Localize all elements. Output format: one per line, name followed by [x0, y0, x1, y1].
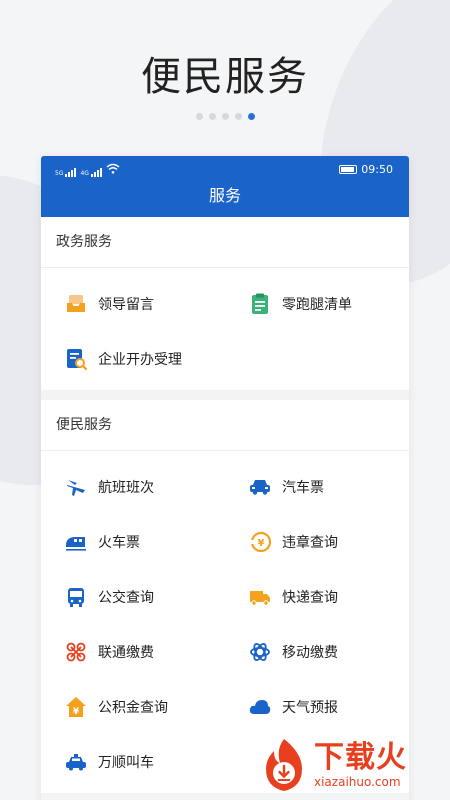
svg-text:¥: ¥	[73, 707, 80, 717]
service-item-business-registration[interactable]: 企业开办受理	[41, 331, 225, 386]
mobile-icon	[249, 641, 271, 663]
truck-icon	[249, 586, 271, 608]
violation-icon: ¥	[249, 531, 271, 553]
service-item-bus-ticket[interactable]: 汽车票	[225, 459, 409, 514]
plane-icon	[65, 476, 87, 498]
status-right: 09:50	[339, 163, 393, 176]
service-item-flights[interactable]: 航班班次	[41, 459, 225, 514]
signal-4g-icon: 4G	[80, 167, 102, 177]
carousel-dot[interactable]	[221, 113, 229, 120]
checklist-icon	[249, 293, 271, 315]
car-icon	[249, 476, 271, 498]
signal-5g-icon: 5G	[55, 167, 77, 177]
carousel-dot[interactable]	[208, 113, 216, 120]
carousel-dot[interactable]	[234, 113, 242, 120]
carousel-dot-active[interactable]	[247, 113, 255, 120]
cloud-icon	[249, 696, 271, 718]
status-time: 09:50	[361, 163, 393, 176]
watermark-title: 下载火	[314, 740, 407, 775]
taxi-icon	[65, 751, 87, 773]
service-item-zero-errand[interactable]: 零跑腿清单	[225, 276, 409, 331]
watermark: 下载火 xiazaihuo.com	[258, 734, 444, 796]
service-item-leader-message[interactable]: 领导留言	[41, 276, 225, 331]
section-title: 政务服务	[41, 217, 409, 268]
service-item-taxi[interactable]: 万顺叫车	[41, 734, 225, 789]
fund-icon: ¥	[65, 696, 87, 718]
phone-screen: 5G 4G 09:50 服务 政务服务 领导留言 零跑腿清单 企业开办受理 便民…	[41, 156, 409, 800]
signal-indicators: 5G 4G	[55, 163, 120, 177]
battery-icon	[339, 165, 358, 174]
flame-logo-icon	[266, 739, 302, 791]
service-item-housing-fund[interactable]: ¥ 公积金查询	[41, 679, 225, 734]
service-item-traffic-violation[interactable]: ¥ 违章查询	[225, 514, 409, 569]
service-item-express[interactable]: 快递查询	[225, 569, 409, 624]
hero-title: 便民服务	[141, 54, 309, 100]
unicom-icon	[65, 641, 87, 663]
bus-icon	[65, 586, 87, 608]
document-search-icon	[65, 348, 87, 370]
app-title: 服务	[208, 186, 241, 205]
service-item-weather[interactable]: 天气预报	[225, 679, 409, 734]
section-title: 便民服务	[41, 400, 409, 451]
app-bar: 5G 4G 09:50 服务	[41, 156, 409, 217]
status-bar: 5G 4G 09:50	[41, 156, 409, 183]
gov-services-section: 政务服务 领导留言 零跑腿清单 企业开办受理	[41, 217, 409, 390]
svg-text:¥: ¥	[258, 538, 265, 549]
inbox-icon	[65, 293, 87, 315]
wifi-icon	[106, 163, 120, 177]
carousel-dots	[0, 113, 450, 120]
service-item-mobile-payment[interactable]: 移动缴费	[225, 624, 409, 679]
carousel-dot[interactable]	[195, 113, 203, 120]
service-item-bus-query[interactable]: 公交查询	[41, 569, 225, 624]
train-icon	[65, 531, 87, 553]
service-item-unicom-payment[interactable]: 联通缴费	[41, 624, 225, 679]
service-item-train-ticket[interactable]: 火车票	[41, 514, 225, 569]
watermark-url: xiazaihuo.com	[314, 775, 401, 789]
